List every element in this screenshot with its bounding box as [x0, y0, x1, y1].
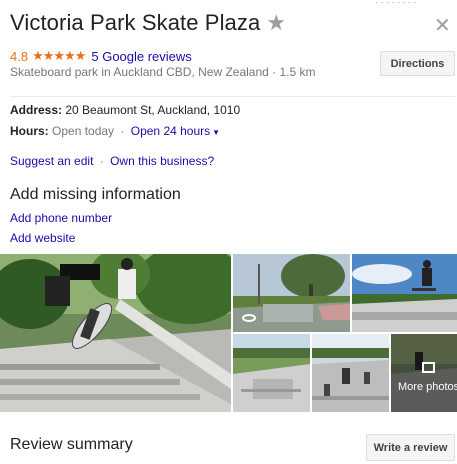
- rating-row: 4.8 ★★★★★ 5 Google reviews: [10, 48, 192, 64]
- photo-gallery-icon: [422, 362, 435, 373]
- rating-stars-icon: ★★★★★: [32, 48, 86, 63]
- place-title: Victoria Park Skate Plaza: [10, 10, 261, 35]
- photo-bottom-2-image: [312, 334, 389, 412]
- hours-dropdown[interactable]: Open 24 hours ▼: [131, 124, 220, 138]
- address-row: Address: 20 Beaumont St, Auckland, 1010: [10, 103, 240, 117]
- more-photos-tile[interactable]: More photos: [391, 334, 457, 412]
- add-phone-link[interactable]: Add phone number: [10, 211, 112, 225]
- photo-main[interactable]: [0, 254, 231, 412]
- address-value: 20 Beaumont St, Auckland, 1010: [65, 103, 241, 117]
- review-summary-heading: Review summary: [10, 436, 133, 453]
- write-review-button[interactable]: Write a review: [366, 434, 455, 461]
- hours-label: Hours:: [10, 124, 49, 138]
- caret-down-icon: ▼: [212, 128, 221, 137]
- edit-links-row: Suggest an edit · Own this business?: [10, 154, 214, 168]
- hours-separator: ·: [120, 124, 125, 138]
- missing-info-website-row: Add website: [10, 231, 75, 245]
- address-label: Address:: [10, 103, 63, 117]
- title-row: Victoria Park Skate Plaza ★: [10, 10, 286, 36]
- more-photos-overlay: [391, 334, 457, 412]
- directions-button[interactable]: Directions: [380, 51, 455, 76]
- hours-value: Open 24 hours: [130, 124, 211, 138]
- place-subtitle: Skateboard park in Auckland CBD, New Zea…: [10, 65, 316, 79]
- star-icon[interactable]: ★: [266, 12, 286, 34]
- missing-info-heading: Add missing information: [10, 186, 181, 203]
- own-business-link[interactable]: Own this business?: [110, 154, 214, 168]
- photo-main-image: [0, 254, 231, 412]
- photo-top-right-image: [352, 254, 457, 332]
- photo-360-view[interactable]: [233, 254, 350, 332]
- google-reviews-link[interactable]: 5 Google reviews: [91, 49, 191, 64]
- photo-strip: More photos: [0, 254, 457, 412]
- photo-top-right[interactable]: [352, 254, 457, 332]
- photo-bottom-1[interactable]: [233, 334, 310, 412]
- hours-row: Hours: Open today · Open 24 hours ▼: [10, 124, 220, 138]
- hours-status: Open today: [52, 124, 115, 138]
- rotate-360-icon: [242, 314, 256, 322]
- photo-bottom-2[interactable]: [312, 334, 389, 412]
- edit-links-separator: ·: [99, 154, 104, 168]
- add-website-link[interactable]: Add website: [10, 231, 75, 245]
- more-photos-label: More photos: [398, 381, 457, 393]
- divider: [10, 96, 455, 97]
- suggest-edit-link[interactable]: Suggest an edit: [10, 154, 93, 168]
- rating-value: 4.8: [10, 48, 29, 64]
- close-icon[interactable]: ✕: [434, 16, 451, 36]
- photo-bottom-1-image: [233, 334, 310, 412]
- cropped-top-text: · · · · · · · ·: [375, 0, 435, 4]
- missing-info-phone-row: Add phone number: [10, 211, 112, 225]
